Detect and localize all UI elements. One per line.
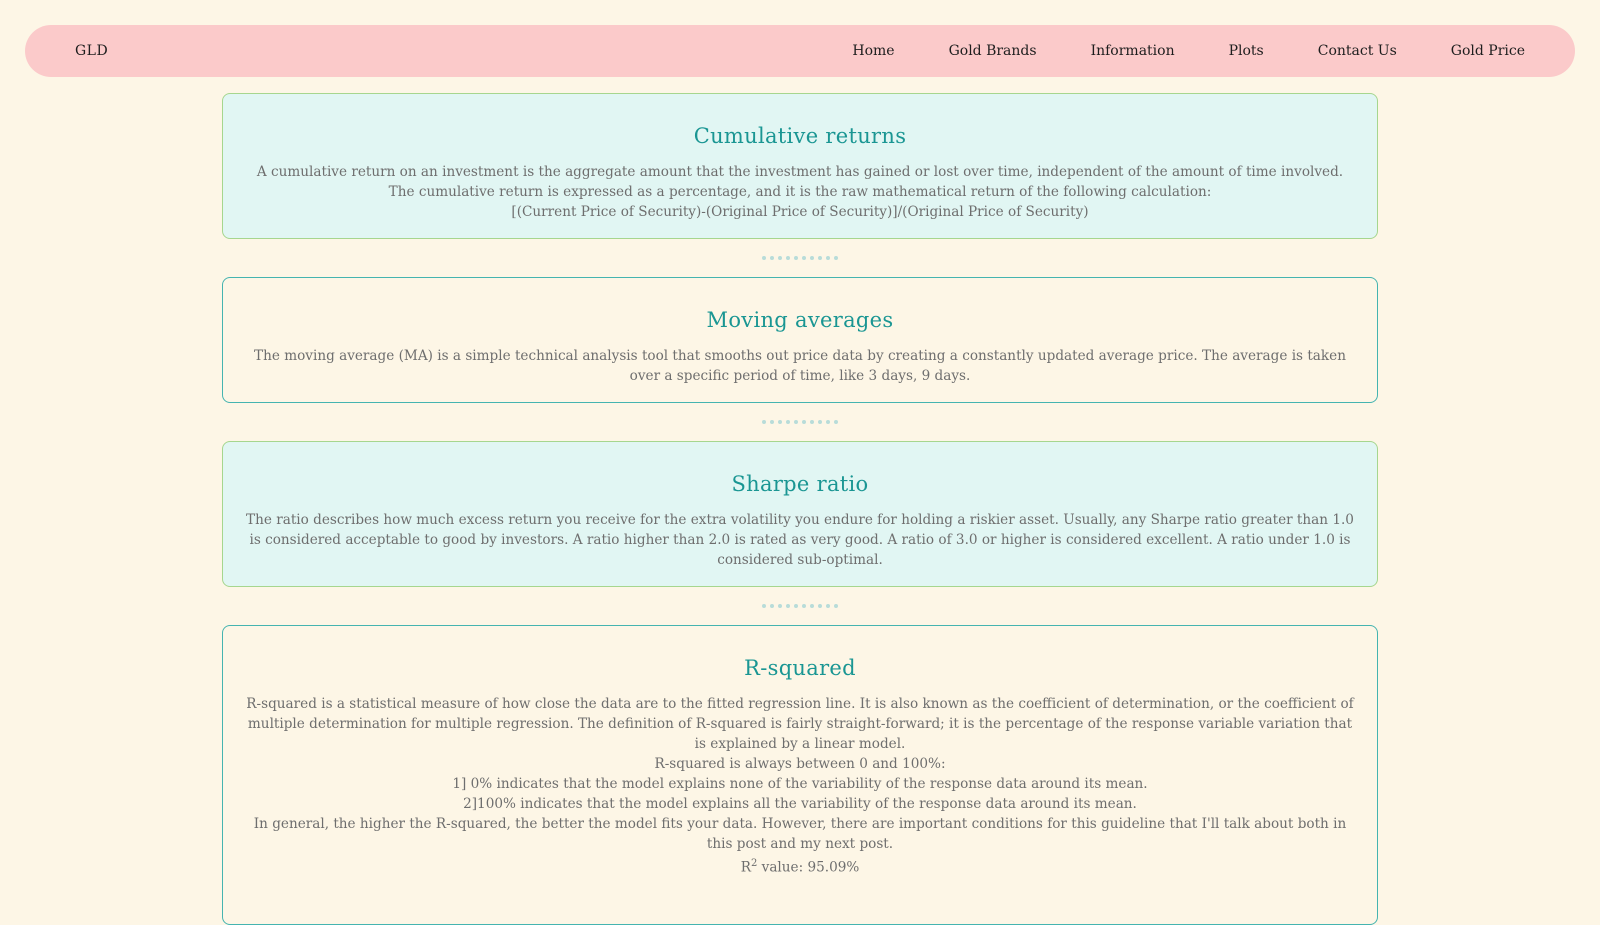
- card-paragraph: A cumulative return on an investment is …: [256, 164, 1344, 200]
- card-text: A cumulative return on an investment is …: [245, 162, 1355, 222]
- card-paragraph: The ratio describes how much excess retu…: [246, 512, 1354, 568]
- brand-logo[interactable]: GLD: [75, 43, 108, 59]
- nav-link-contact-us[interactable]: Contact Us: [1318, 43, 1397, 59]
- main-content: Cumulative returns A cumulative return o…: [222, 93, 1378, 925]
- card-moving-averages: Moving averages The moving average (MA) …: [222, 277, 1378, 403]
- card-sharpe-ratio: Sharpe ratio The ratio describes how muc…: [222, 441, 1378, 587]
- point-text: 1] 0% indicates that the model explains …: [452, 776, 1148, 792]
- card-cumulative-returns: Cumulative returns A cumulative return o…: [222, 93, 1378, 239]
- general-text: In general, the higher the R-squared, th…: [253, 816, 1347, 852]
- nav-link-gold-brands[interactable]: Gold Brands: [949, 43, 1037, 59]
- r-squared-value: R2 value: 95.09%: [740, 858, 860, 876]
- nav-link-home[interactable]: Home: [852, 43, 894, 59]
- point-text: 2]100% indicates that the model explains…: [463, 796, 1137, 812]
- card-r-squared: R-squared R-squared is a statistical mea…: [222, 625, 1378, 925]
- separator-dots: [222, 587, 1378, 625]
- separator-dots: [222, 239, 1378, 277]
- card-paragraph: The moving average (MA) is a simple tech…: [254, 348, 1346, 384]
- nav-link-plots[interactable]: Plots: [1229, 43, 1264, 59]
- formula-text: [(Current Price of Security)-(Original P…: [511, 204, 1089, 220]
- card-text: R-squared is a statistical measure of ho…: [245, 694, 1355, 878]
- nav-link-information[interactable]: Information: [1091, 43, 1175, 59]
- card-title: Sharpe ratio: [731, 472, 869, 496]
- card-title: Cumulative returns: [693, 124, 907, 148]
- range-text: R-squared is always between 0 and 100%:: [654, 756, 946, 772]
- top-navbar: GLD Home Gold Brands Information Plots C…: [25, 25, 1575, 77]
- nav-links: Home Gold Brands Information Plots Conta…: [852, 43, 1525, 59]
- card-title: R-squared: [744, 656, 856, 680]
- card-title: Moving averages: [706, 308, 894, 332]
- nav-link-gold-price[interactable]: Gold Price: [1451, 43, 1525, 59]
- card-paragraph: R-squared is a statistical measure of ho…: [246, 696, 1354, 752]
- separator-dots: [222, 403, 1378, 441]
